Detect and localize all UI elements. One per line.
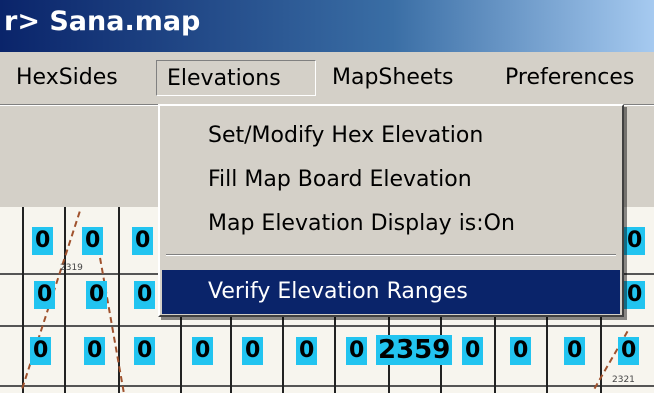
elevation-highlight-label: 2359 (376, 335, 453, 365)
elevation-label: 0 (462, 337, 484, 365)
menu-item-set-modify-hex-elevation[interactable]: Set/Modify Hex Elevation (162, 114, 620, 158)
menu-preferences[interactable]: Preferences (495, 60, 644, 96)
menu-mapsheets-label: MapSheets (332, 65, 454, 90)
menu-hexsides[interactable]: HexSides (6, 60, 128, 96)
elevation-label: 0 (132, 227, 154, 255)
menu-elevations-label: Elevations (167, 66, 281, 91)
elevations-dropdown-menu: Set/Modify Hex Elevation Fill Map Board … (158, 104, 624, 317)
elevation-label: 0 (82, 227, 104, 255)
elevation-label: 0 (30, 337, 52, 365)
grid-line (0, 385, 654, 387)
elevation-label: 0 (34, 281, 56, 309)
menu-preferences-label: Preferences (505, 65, 635, 90)
elevation-label: 0 (86, 281, 108, 309)
elevation-label: 0 (624, 227, 646, 255)
menu-item-map-elevation-display[interactable]: Map Elevation Display is:On (162, 202, 620, 246)
elevation-label: 0 (134, 281, 156, 309)
elevation-label: 0 (32, 227, 54, 255)
hex-number-label: 2321 (612, 375, 635, 385)
menu-elevations[interactable]: Elevations (156, 60, 316, 96)
elevation-label: 0 (624, 281, 646, 309)
grid-line (22, 207, 24, 393)
menu-mapsheets[interactable]: MapSheets (322, 60, 464, 96)
elevation-label: 0 (192, 337, 214, 365)
window-title: r> Sana.map (4, 6, 201, 37)
menu-item-label: Map Elevation Display is:On (208, 211, 515, 236)
menu-item-label: Fill Map Board Elevation (208, 167, 472, 192)
elevation-label: 0 (242, 337, 264, 365)
menu-item-label: Set/Modify Hex Elevation (208, 123, 484, 148)
menu-item-label: Verify Elevation Ranges (208, 279, 468, 304)
grid-line (64, 207, 66, 393)
elevation-label: 0 (510, 337, 532, 365)
road-line (97, 247, 125, 393)
menu-hexsides-label: HexSides (16, 65, 118, 90)
menu-item-verify-elevation-ranges[interactable]: Verify Elevation Ranges (162, 270, 620, 314)
elevation-label: 0 (618, 337, 640, 365)
elevation-label: 0 (296, 337, 318, 365)
menu-separator (166, 254, 616, 256)
menu-item-fill-map-board-elevation[interactable]: Fill Map Board Elevation (162, 158, 620, 202)
hex-number-label: 2319 (60, 263, 83, 273)
title-bar: r> Sana.map (0, 0, 654, 52)
elevation-label: 0 (346, 337, 368, 365)
grid-line (0, 325, 654, 327)
menu-bar: HexSides Elevations MapSheets Preference… (0, 52, 654, 105)
elevation-label: 0 (564, 337, 586, 365)
elevation-label: 0 (134, 337, 156, 365)
elevation-label: 0 (84, 337, 106, 365)
